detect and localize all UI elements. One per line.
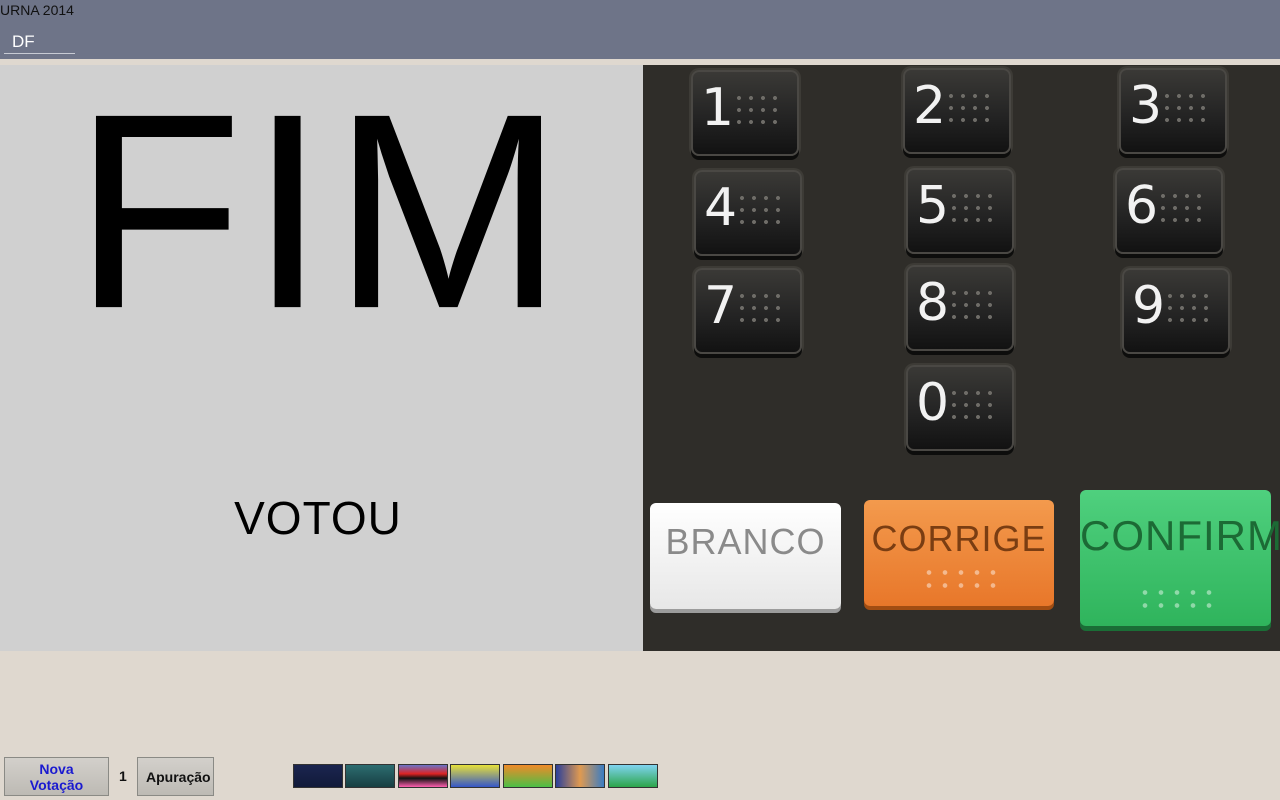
braille-dots-icon [921, 566, 997, 592]
braille-dots-icon [733, 92, 781, 128]
key-3[interactable]: 3 [1119, 68, 1227, 154]
thumbnail-candidate-image[interactable] [345, 764, 395, 788]
key-label: 7 [704, 276, 738, 336]
thumbnail-candidate-image[interactable] [450, 764, 500, 788]
key-label: 5 [916, 176, 950, 236]
confirma-button[interactable]: CONFIRMA [1080, 490, 1280, 626]
vote-status-text: VOTOU [234, 492, 402, 544]
braille-dots-icon [736, 192, 784, 228]
key-label: 9 [1132, 276, 1166, 336]
app-title: URNA 2014 [0, 2, 74, 18]
braille-dots-icon [1161, 90, 1209, 126]
key-5[interactable]: 5 [906, 168, 1014, 254]
braille-dots-icon [948, 387, 996, 423]
key-label: 2 [913, 76, 947, 136]
key-9[interactable]: 9 [1122, 268, 1230, 354]
key-label: 6 [1125, 176, 1159, 236]
urna-screen: FIM VOTOU [0, 65, 643, 651]
key-label: 4 [704, 178, 738, 238]
braille-dots-icon [1137, 586, 1214, 612]
branco-label: BRANCO [665, 521, 826, 562]
key-8[interactable]: 8 [906, 265, 1014, 351]
branco-button[interactable]: BRANCO [650, 503, 841, 609]
corrige-label: CORRIGE [871, 518, 1047, 559]
thumbnail-candidate-image[interactable] [398, 764, 448, 788]
key-label: 3 [1129, 76, 1163, 136]
confirma-label: CONFIRMA [1080, 512, 1280, 559]
thumbnail-candidate-image[interactable] [293, 764, 343, 788]
key-4[interactable]: 4 [694, 170, 802, 256]
key-0[interactable]: 0 [906, 365, 1014, 451]
key-2[interactable]: 2 [903, 68, 1011, 154]
thumbnail-candidate-image[interactable] [503, 764, 553, 788]
vote-count: 1 [119, 768, 127, 784]
braille-dots-icon [1157, 190, 1205, 226]
nova-votacao-button[interactable]: Nova Votação [4, 757, 109, 796]
key-label: 0 [916, 373, 950, 433]
braille-dots-icon [945, 90, 993, 126]
state-field[interactable] [4, 26, 75, 54]
key-1[interactable]: 1 [691, 70, 799, 156]
braille-dots-icon [736, 290, 784, 326]
key-6[interactable]: 6 [1115, 168, 1223, 254]
braille-dots-icon [948, 287, 996, 323]
thumbnail-candidate-image[interactable] [555, 764, 605, 788]
apuracao-button[interactable]: Apuração [137, 757, 214, 796]
corrige-button[interactable]: CORRIGE [864, 500, 1054, 606]
key-label: 8 [916, 273, 950, 333]
key-label: 1 [701, 78, 735, 138]
end-text: FIM [73, 55, 570, 367]
header-bar: URNA 2014 [0, 0, 1280, 59]
key-7[interactable]: 7 [694, 268, 802, 354]
braille-dots-icon [1164, 290, 1212, 326]
braille-dots-icon [948, 190, 996, 226]
thumbnail-candidate-image[interactable] [608, 764, 658, 788]
